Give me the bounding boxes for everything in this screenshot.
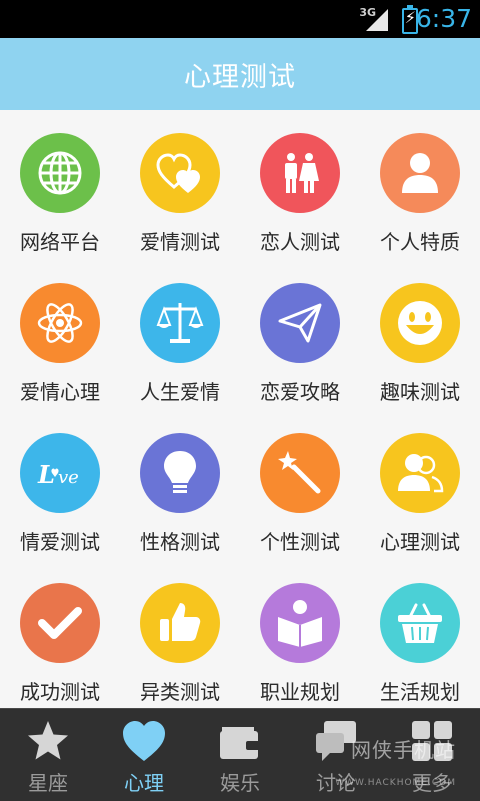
grid-item-personality-test[interactable]: 性格测试	[120, 410, 240, 560]
status-bar: 3G ⚡ 6:37	[0, 0, 480, 38]
globe-icon	[20, 133, 100, 213]
grid-item-label: 成功测试	[20, 680, 100, 704]
tab-entertainment[interactable]: 娱乐	[192, 709, 288, 801]
grid-item-fun-test[interactable]: 趣味测试	[360, 260, 480, 410]
person-icon	[380, 133, 460, 213]
grid-item-unusual-test[interactable]: 异类测试	[120, 560, 240, 708]
grid-item-label: 心理测试	[380, 530, 460, 554]
svg-text:ve: ve	[58, 467, 79, 488]
signal-icon	[366, 9, 388, 31]
test-grid-container[interactable]: 网络平台 爱情测试 恋人测试 个人特质 爱情心理 人生爱情 恋爱攻略 趣味测试 …	[0, 110, 480, 708]
tab-psychology[interactable]: 心理	[96, 709, 192, 801]
grid-item-network[interactable]: 网络平台	[0, 110, 120, 260]
grid-item-label: 趣味测试	[380, 380, 460, 404]
tab-label: 星座	[28, 771, 68, 795]
basket-icon	[380, 583, 460, 663]
grid-item-label: 生活规划	[380, 680, 460, 704]
grid-item-label: 个人特质	[380, 230, 460, 254]
grid-item-label: 异类测试	[140, 680, 220, 704]
smile-icon	[380, 283, 460, 363]
tab-constellation[interactable]: 星座	[0, 709, 96, 801]
book-reader-icon	[260, 583, 340, 663]
grid-item-psychology-test[interactable]: 心理测试	[360, 410, 480, 560]
watermark-text: 网侠手机站	[351, 738, 456, 762]
grid-item-label: 个性测试	[260, 530, 340, 554]
atom-icon	[20, 283, 100, 363]
scales-icon	[140, 283, 220, 363]
grid-item-label: 恋爱攻略	[260, 380, 340, 404]
star-icon	[28, 721, 68, 760]
grid-item-label: 情爱测试	[20, 530, 100, 554]
grid-item-character-test[interactable]: 个性测试	[240, 410, 360, 560]
magic-wand-icon	[260, 433, 340, 513]
hearts-icon	[140, 133, 220, 213]
wallet-icon	[220, 727, 260, 759]
grid-item-success-test[interactable]: 成功测试	[0, 560, 120, 708]
tab-label: 娱乐	[220, 771, 260, 795]
paper-plane-icon	[260, 283, 340, 363]
watermark-url: WWW.HACKHOME.COM	[335, 778, 456, 788]
grid-item-career-planning[interactable]: 职业规划	[240, 560, 360, 708]
lightbulb-icon	[140, 433, 220, 513]
charging-icon: ⚡	[404, 8, 416, 27]
grid-item-label: 恋人测试	[260, 230, 340, 254]
users-icon	[380, 433, 460, 513]
grid-item-love-test[interactable]: 爱情测试	[120, 110, 240, 260]
heart-icon	[123, 721, 165, 761]
svg-text:L: L	[37, 460, 55, 489]
page-title: 心理测试	[184, 61, 296, 93]
grid-item-life-planning[interactable]: 生活规划	[360, 560, 480, 708]
grid-item-label: 网络平台	[20, 230, 100, 254]
couple-icon	[260, 133, 340, 213]
grid-item-label: 性格测试	[140, 530, 220, 554]
grid-item-label: 爱情心理	[20, 380, 100, 404]
grid-item-label: 爱情测试	[140, 230, 220, 254]
tab-label: 心理	[124, 771, 164, 795]
clock: 6:37	[415, 4, 472, 33]
grid-item-label: 职业规划	[260, 680, 340, 704]
grid-item-love-psychology[interactable]: 爱情心理	[0, 260, 120, 410]
grid-item-label: 人生爱情	[140, 380, 220, 404]
app-header: 心理测试	[0, 38, 480, 110]
grid-item-dating-strategy[interactable]: 恋爱攻略	[240, 260, 360, 410]
love-text-icon: Lve	[20, 433, 100, 513]
grid-item-romance-test[interactable]: Lve 情爱测试	[0, 410, 120, 560]
grid-item-life-love[interactable]: 人生爱情	[120, 260, 240, 410]
grid-item-personal-traits[interactable]: 个人特质	[360, 110, 480, 260]
checkmark-icon	[20, 583, 100, 663]
thumbs-up-icon	[140, 583, 220, 663]
grid-item-couple-test[interactable]: 恋人测试	[240, 110, 360, 260]
